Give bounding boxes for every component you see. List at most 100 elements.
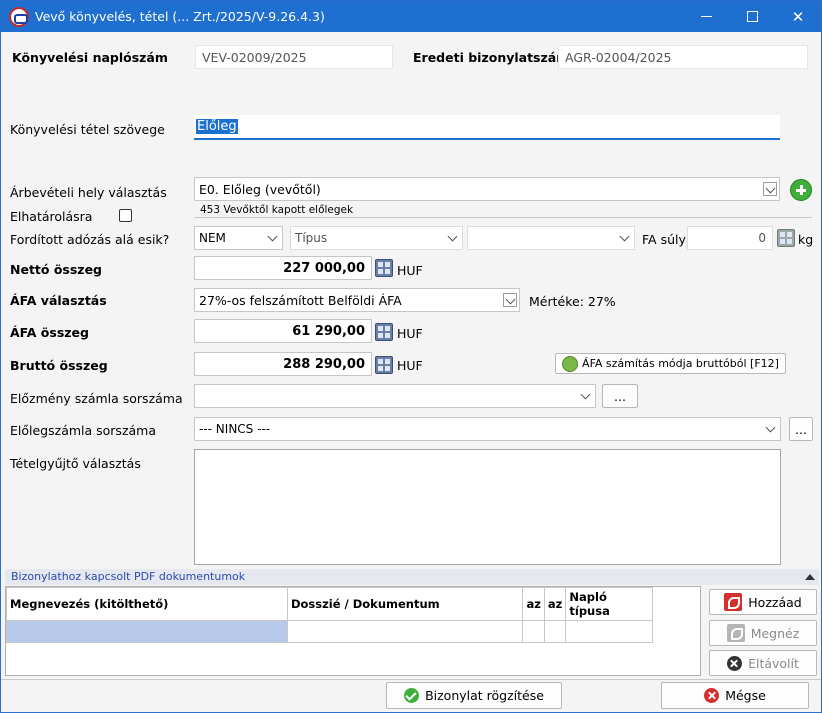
pdf-table-header: Megnevezés (kitölthető) Dosszié / Dokume…	[6, 587, 653, 621]
revenue-place-value: E0. Előleg (vevőtől)	[199, 182, 321, 197]
column-header-az2[interactable]: az	[543, 587, 567, 621]
type-sub-select[interactable]	[467, 226, 635, 250]
collector-label: Tételgyűjtő választás	[10, 456, 141, 471]
item-text-label: Könyvelési tétel szövege	[10, 122, 165, 137]
pdf-table: Megnevezés (kitölthető) Dosszié / Dokume…	[6, 587, 653, 643]
recalculate-icon	[562, 355, 579, 372]
table-cell[interactable]	[543, 620, 567, 643]
cancel-button[interactable]: Mégse	[661, 682, 809, 709]
window-title: Vevő könyvelés, tétel (... Zrt./2025/V-9…	[35, 9, 325, 24]
vat-from-gross-button[interactable]: ÁFA számítás módja bruttóból [F12]	[555, 353, 786, 374]
check-icon	[404, 688, 420, 703]
gross-amount-input[interactable]: 288 290,00	[194, 352, 372, 376]
column-header-az1[interactable]: az	[522, 587, 545, 621]
close-button[interactable]: ✕	[775, 1, 821, 32]
original-doc-number-value: AGR-02004/2025	[558, 45, 808, 69]
title-bar: Vevő könyvelés, tétel (... Zrt./2025/V-9…	[1, 1, 821, 32]
prev-invoice-select[interactable]	[194, 384, 596, 408]
original-doc-number-label: Eredeti bizonylatszám	[413, 50, 570, 65]
table-cell[interactable]	[565, 620, 653, 643]
advance-invoice-value: --- NINCS ---	[199, 422, 271, 436]
revenue-place-select[interactable]: E0. Előleg (vevőtől)	[194, 177, 780, 201]
net-amount-label: Nettó összeg	[10, 262, 102, 277]
vat-currency: HUF	[397, 326, 423, 341]
pdf-panel-title: Bizonylathoz kapcsolt PDF dokumentumok	[11, 570, 246, 583]
remove-pdf-label: Eltávolít	[748, 655, 799, 671]
pdf-panel-header: Bizonylathoz kapcsolt PDF dokumentumok	[5, 569, 819, 585]
vat-from-gross-label: ÁFA számítás módja bruttóból [F12]	[582, 357, 779, 370]
advance-invoice-select[interactable]: --- NINCS ---	[194, 417, 781, 441]
minimize-icon	[700, 16, 712, 17]
add-revenue-place-button[interactable]	[790, 179, 812, 201]
reverse-charge-value: NEM	[199, 231, 226, 245]
pdf-icon	[726, 624, 745, 642]
net-currency: HUF	[397, 263, 423, 278]
pdf-table-container: Megnevezés (kitölthető) Dosszié / Dokume…	[5, 586, 701, 676]
chevron-down-icon	[763, 182, 777, 196]
table-cell[interactable]	[286, 620, 524, 643]
maximize-icon	[746, 11, 758, 22]
chevron-down-icon	[764, 422, 778, 436]
item-text-value: Előleg	[196, 119, 238, 134]
dialog-window: Vevő könyvelés, tétel (... Zrt./2025/V-9…	[0, 0, 822, 713]
accrual-label: Elhatárolásra	[10, 209, 93, 224]
reverse-charge-label: Fordított adózás alá esik?	[10, 232, 170, 247]
journal-number-label: Könyvelési naplószám	[12, 50, 168, 65]
add-pdf-button[interactable]: Hozzáad	[709, 589, 817, 615]
gross-currency: HUF	[397, 358, 423, 373]
collector-list[interactable]	[194, 449, 781, 565]
vat-rate-text: Mértéke: 27%	[529, 294, 616, 309]
vat-amount-label: ÁFA összeg	[10, 325, 89, 340]
save-document-label: Bizonylat rögzítése	[425, 688, 544, 703]
collapse-icon[interactable]	[805, 574, 815, 580]
remove-icon	[727, 655, 743, 671]
minimize-button[interactable]	[683, 1, 729, 32]
table-cell[interactable]	[522, 620, 545, 643]
chevron-down-icon	[503, 293, 517, 307]
advance-invoice-browse-button[interactable]: ...	[789, 417, 813, 441]
accrual-checkbox[interactable]	[119, 209, 132, 222]
close-icon: ✕	[791, 7, 805, 26]
cancel-icon	[704, 688, 720, 703]
save-document-button[interactable]: Bizonylat rögzítése	[386, 682, 562, 709]
net-amount-input[interactable]: 227 000,00	[194, 256, 372, 280]
fa-weight-input[interactable]: 0	[687, 226, 773, 250]
prev-invoice-browse-button[interactable]: ...	[602, 384, 638, 408]
vat-choice-value: 27%-os felszámított Belföldi ÁFA	[199, 293, 402, 308]
column-header-journal-type[interactable]: Napló típusa	[565, 587, 653, 621]
net-calculator-icon[interactable]	[375, 259, 393, 277]
view-pdf-label: Megnéz	[750, 625, 800, 641]
view-pdf-button[interactable]: Megnéz	[709, 620, 817, 646]
revenue-place-label: Árbevételi hely választás	[10, 185, 167, 200]
app-logo-icon	[9, 7, 29, 27]
reverse-charge-select[interactable]: NEM	[194, 226, 283, 250]
cancel-label: Mégse	[725, 688, 766, 703]
item-text-input[interactable]: Előleg	[194, 115, 780, 140]
prev-invoice-label: Előzmény számla sorszáma	[10, 391, 183, 406]
fa-calculator-icon[interactable]	[777, 229, 795, 247]
gross-calculator-icon[interactable]	[375, 356, 393, 374]
column-header-name[interactable]: Megnevezés (kitölthető)	[6, 587, 288, 621]
footer-divider	[1, 679, 821, 680]
type-select[interactable]: Típus	[290, 226, 463, 250]
fa-weight-label: FA súly	[642, 232, 686, 247]
advance-invoice-label: Előlegszámla sorszáma	[10, 423, 157, 438]
chevron-down-icon	[579, 389, 593, 403]
vat-choice-label: ÁFA választás	[10, 293, 107, 308]
vat-amount-input[interactable]: 61 290,00	[194, 319, 372, 343]
divider	[194, 217, 812, 218]
table-row[interactable]	[6, 620, 653, 643]
chevron-down-icon	[446, 231, 460, 245]
type-placeholder: Típus	[295, 231, 328, 245]
column-header-dossier[interactable]: Dosszié / Dokumentum	[286, 587, 524, 621]
vat-choice-select[interactable]: 27%-os felszámított Belföldi ÁFA	[194, 288, 520, 312]
table-cell[interactable]	[6, 620, 288, 643]
chevron-down-icon	[266, 231, 280, 245]
chevron-down-icon	[618, 231, 632, 245]
maximize-button[interactable]	[729, 1, 775, 32]
remove-pdf-button[interactable]: Eltávolít	[709, 650, 817, 676]
vat-calculator-icon[interactable]	[375, 323, 393, 341]
revenue-place-account: 453 Vevőktől kapott előlegek	[200, 204, 354, 216]
gross-amount-label: Bruttó összeg	[10, 358, 108, 373]
pdf-icon	[724, 593, 743, 611]
